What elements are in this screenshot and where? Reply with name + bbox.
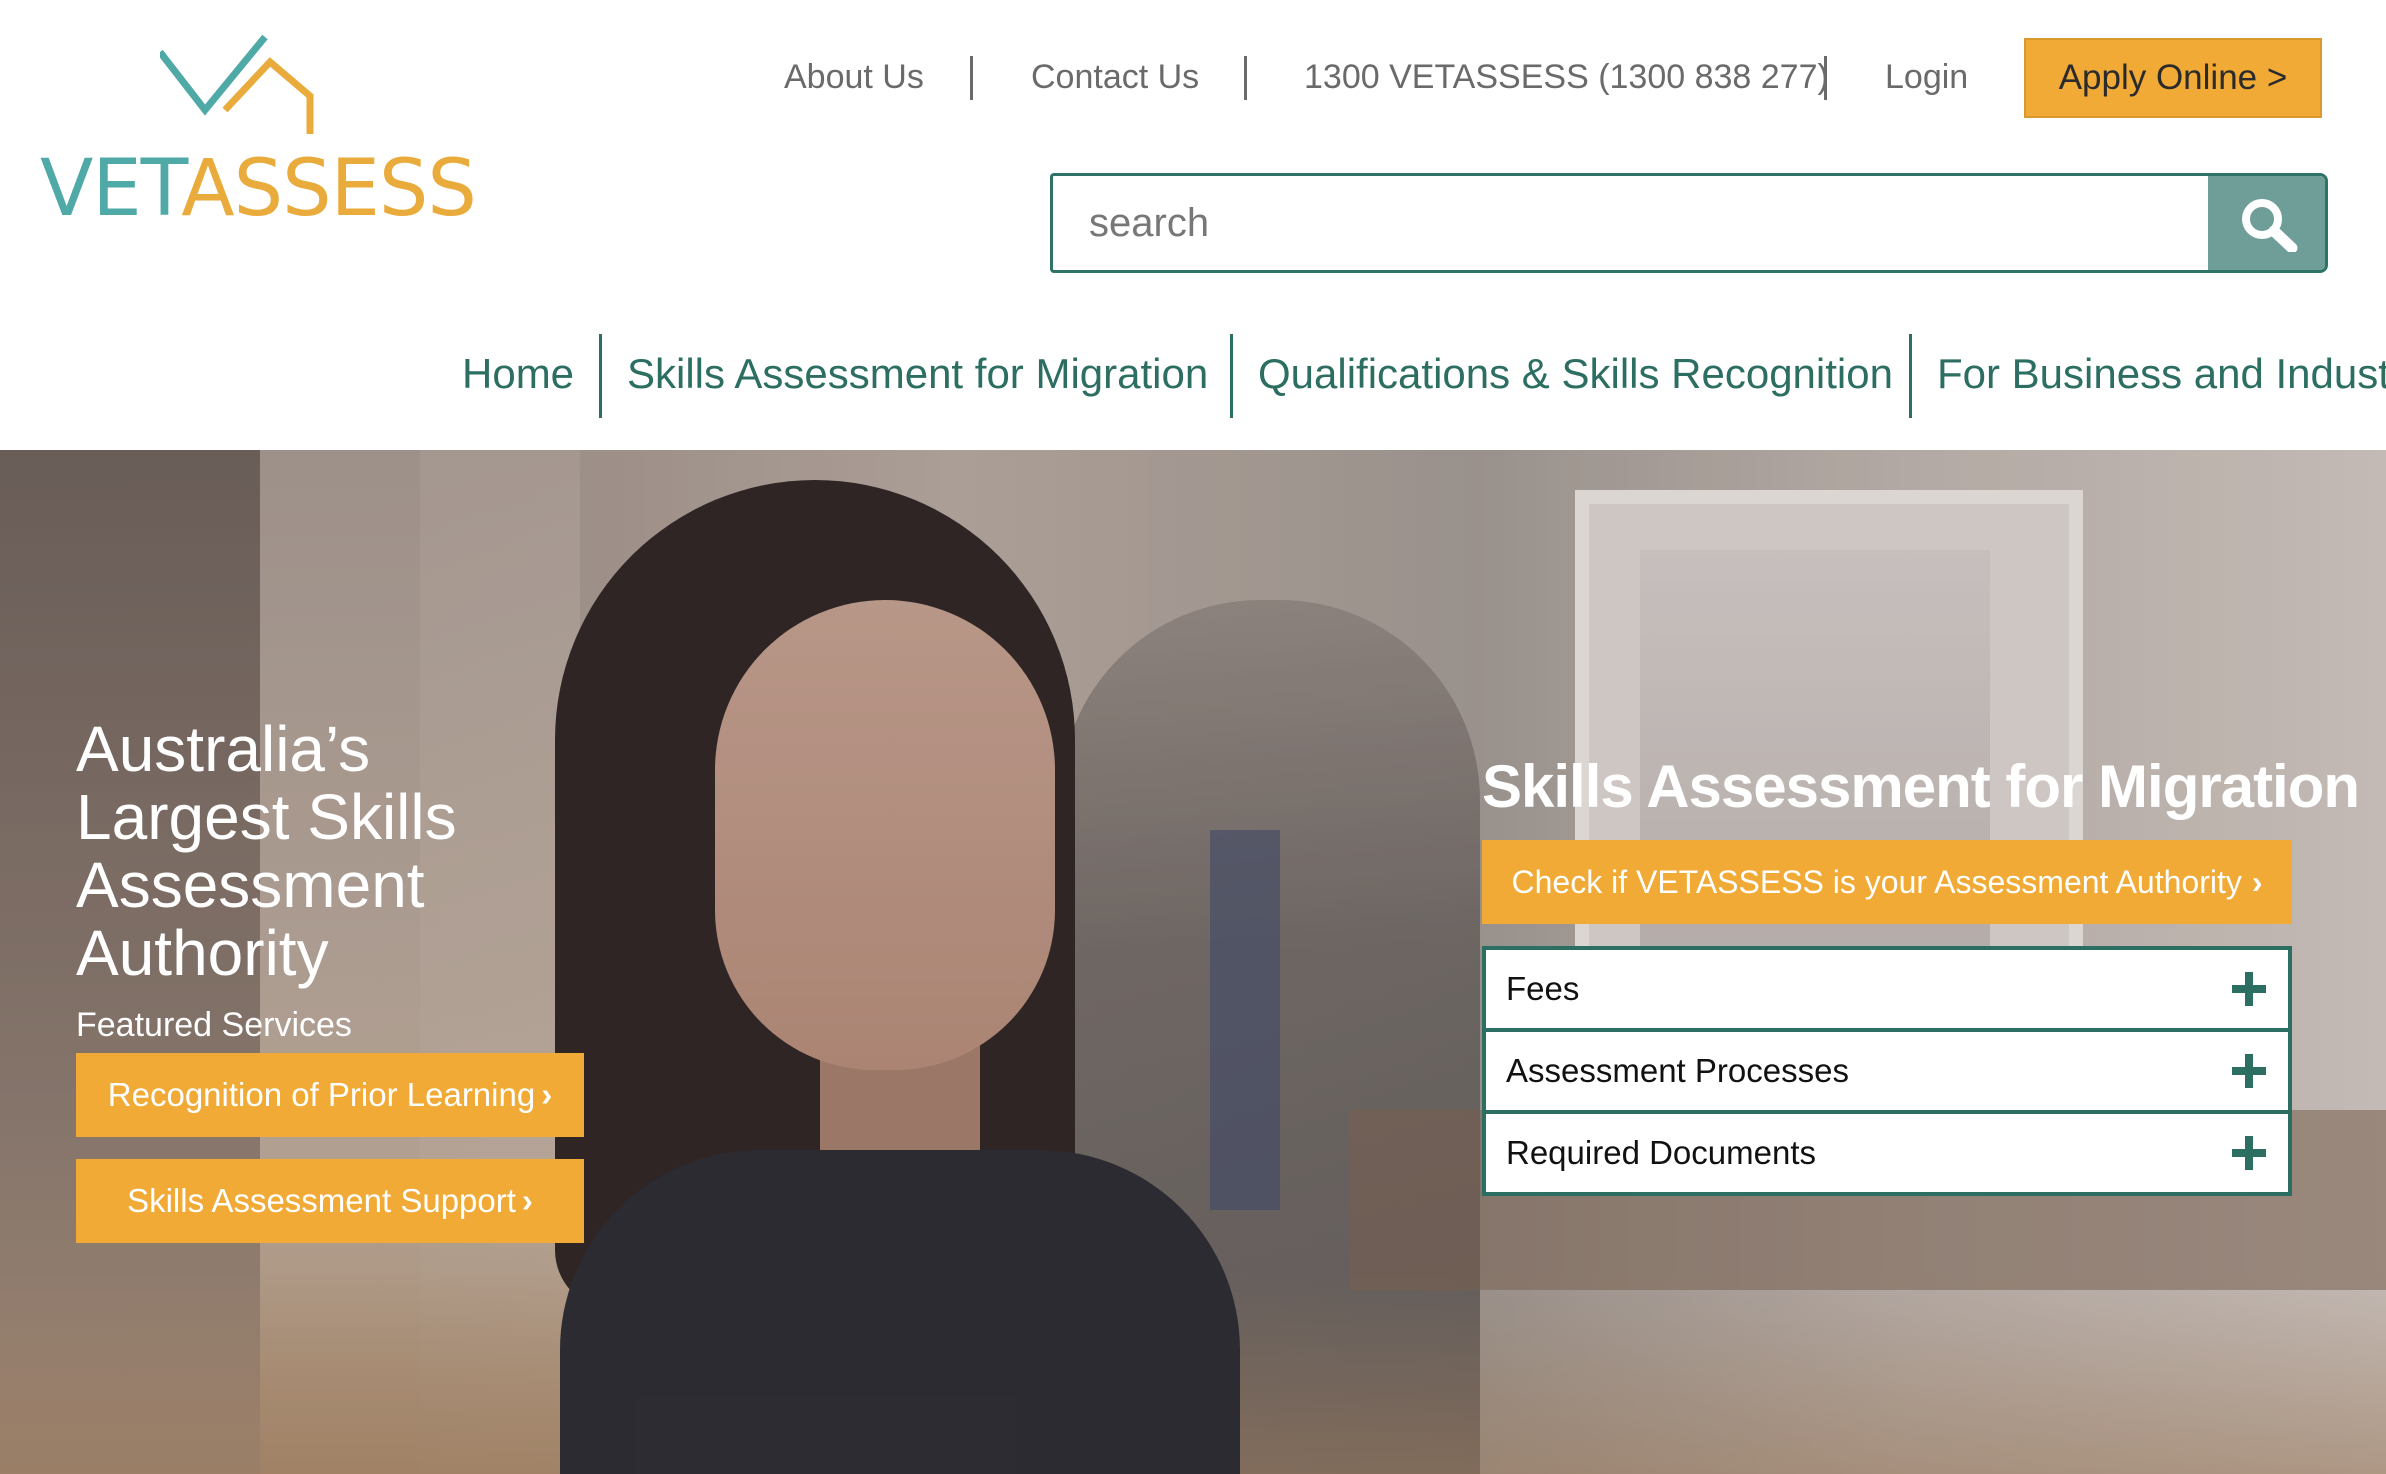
nav-business-industry[interactable]: For Business and Indust bbox=[1937, 350, 2386, 398]
accordion-item-required-documents[interactable]: Required Documents bbox=[1482, 1110, 2292, 1196]
accordion-item-assessment-processes[interactable]: Assessment Processes bbox=[1482, 1028, 2292, 1114]
accordion-label: Fees bbox=[1506, 970, 1580, 1007]
vetassess-logo[interactable]: VETASSESS bbox=[40, 32, 477, 242]
plus-icon[interactable] bbox=[2232, 1136, 2266, 1170]
nav-skills-assessment-migration[interactable]: Skills Assessment for Migration bbox=[627, 350, 1208, 398]
login-link[interactable]: Login bbox=[1885, 58, 1968, 97]
nav-divider bbox=[1244, 56, 1247, 100]
search-button[interactable] bbox=[2208, 176, 2325, 270]
hero-title: Australia’s Largest Skills Assessment Au… bbox=[76, 713, 457, 989]
plus-icon[interactable] bbox=[2232, 1054, 2266, 1088]
featured-services-label: Featured Services bbox=[76, 1006, 352, 1044]
nav-divider bbox=[1230, 334, 1233, 418]
apply-online-button[interactable]: Apply Online > bbox=[2024, 38, 2322, 118]
chevron-right-icon: › bbox=[2251, 864, 2263, 900]
search-bar bbox=[1050, 173, 2328, 273]
chevron-right-icon: › bbox=[541, 1076, 553, 1113]
nav-qualifications-skills-recognition[interactable]: Qualifications & Skills Recognition bbox=[1258, 350, 1893, 398]
nav-divider bbox=[970, 56, 973, 100]
accordion-label: Required Documents bbox=[1506, 1134, 1816, 1171]
skills-assessment-support-button[interactable]: Skills Assessment Support › bbox=[76, 1159, 584, 1243]
accordion-item-fees[interactable]: Fees bbox=[1482, 946, 2292, 1032]
phone-number-link[interactable]: 1300 VETASSESS (1300 838 277) bbox=[1304, 58, 1829, 97]
button-label: Recognition of Prior Learning bbox=[107, 1076, 536, 1113]
plus-icon[interactable] bbox=[2232, 972, 2266, 1006]
hero-banner: Australia’s Largest Skills Assessment Au… bbox=[0, 450, 2386, 1474]
nav-divider bbox=[1909, 334, 1912, 418]
check-assessment-authority-button[interactable]: Check if VETASSESS is your Assessment Au… bbox=[1482, 840, 2292, 924]
contact-us-link[interactable]: Contact Us bbox=[1031, 58, 1199, 97]
migration-panel-title: Skills Assessment for Migration bbox=[1482, 753, 2360, 820]
chevron-right-icon: › bbox=[521, 1182, 533, 1219]
migration-accordion: Fees Assessment Processes Required Docum… bbox=[1482, 946, 2292, 1196]
main-navigation: Home Skills Assessment for Migration Qua… bbox=[0, 330, 2386, 420]
nav-divider bbox=[1824, 56, 1827, 100]
nav-home[interactable]: Home bbox=[462, 350, 574, 398]
search-input[interactable] bbox=[1053, 176, 2211, 270]
button-label: Skills Assessment Support bbox=[127, 1182, 516, 1219]
button-label: Check if VETASSESS is your Assessment Au… bbox=[1511, 864, 2242, 900]
logo-mark-icon bbox=[160, 34, 314, 134]
recognition-prior-learning-button[interactable]: Recognition of Prior Learning › bbox=[76, 1053, 584, 1137]
accordion-label: Assessment Processes bbox=[1506, 1052, 1849, 1089]
about-us-link[interactable]: About Us bbox=[784, 58, 924, 97]
logo-wordmark: VETASSESS bbox=[40, 144, 477, 234]
search-icon bbox=[2242, 199, 2298, 252]
nav-divider bbox=[599, 334, 602, 418]
